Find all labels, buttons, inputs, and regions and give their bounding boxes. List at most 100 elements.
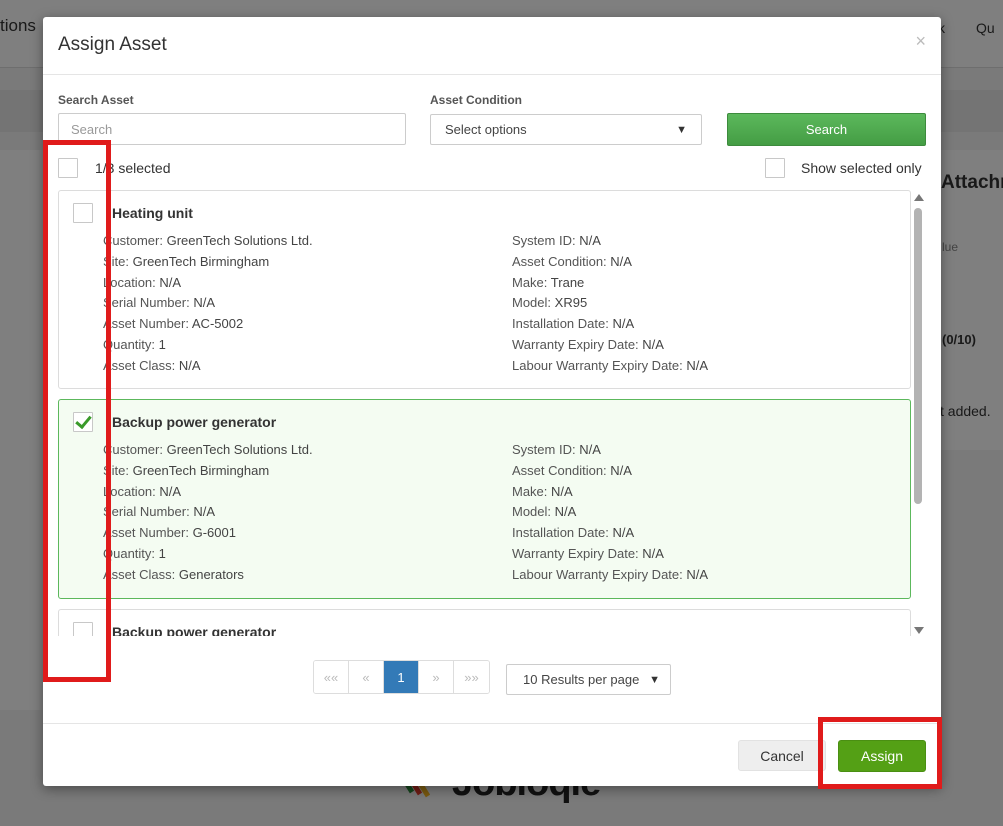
detail-key: Labour Warranty Expiry Date: [512,357,683,373]
detail-value: N/A [642,336,664,352]
detail-row: Labour Warranty Expiry Date: N/A [512,565,708,586]
detail-key: Customer: [103,442,163,457]
asset-condition-value: Select options [445,122,527,137]
show-selected-only-label: Show selected only [801,160,922,176]
assign-button[interactable]: Assign [838,740,926,772]
pagination: «« « 1 » »» [313,660,490,694]
asset-condition-label: Asset Condition [430,93,522,107]
detail-row: System ID: N/A [512,440,708,461]
asset-card[interactable]: Heating unit Customer: GreenTech Solutio… [58,190,911,389]
detail-row: Site: GreenTech Birmingham [103,461,313,482]
detail-row: Location: N/A [103,482,313,503]
asset-checkbox[interactable] [73,622,93,636]
detail-row: Warranty Expiry Date: N/A [512,544,708,565]
detail-key: Asset Number: [103,316,189,332]
detail-key: Customer: [103,233,163,248]
detail-row: Make: Trane [512,273,708,294]
detail-value: GreenTech Solutions Ltd. [166,233,313,248]
detail-value: N/A [579,233,601,248]
detail-key: Asset Number: [103,525,189,541]
detail-row: Quantity: 1 [103,335,313,356]
detail-value: GreenTech Solutions Ltd. [166,442,313,457]
detail-row: Serial Number: N/A [103,502,313,523]
detail-value: N/A [686,566,709,582]
detail-key: Quantity: [103,545,156,561]
close-icon[interactable]: × [915,31,926,52]
detail-key: Serial Number: [103,295,190,311]
detail-row: Asset Number: AC-5002 [103,314,313,335]
detail-value: GreenTech Birmingham [132,253,270,269]
detail-row: Site: GreenTech Birmingham [103,252,313,273]
detail-value: N/A [551,483,573,499]
detail-value: N/A [610,253,632,269]
show-selected-only-checkbox[interactable] [765,158,785,178]
detail-value: N/A [159,274,182,290]
chevron-down-icon: ▼ [676,123,687,136]
arrow-up-icon[interactable] [914,194,924,201]
detail-key: Quantity: [103,336,156,352]
asset-name: Heating unit [112,205,193,221]
detail-key: Asset Condition: [512,253,607,269]
detail-key: Model: [512,504,552,520]
detail-row: Asset Condition: N/A [512,252,708,273]
list-scrollbar[interactable] [911,190,926,636]
detail-key: Warranty Expiry Date: [512,545,639,561]
detail-value: N/A [579,442,601,457]
detail-key: Installation Date: [512,316,609,332]
detail-key: Installation Date: [512,525,609,541]
pagination-page-current[interactable]: 1 [384,661,419,693]
results-per-page-select[interactable]: 10 Results per page ▼ [506,664,671,695]
detail-row: Serial Number: N/A [103,293,313,314]
detail-value: GreenTech Birmingham [132,462,270,478]
detail-row: Warranty Expiry Date: N/A [512,335,708,356]
detail-value: N/A [612,316,635,332]
detail-key: Make: [512,483,548,499]
asset-card[interactable]: Backup power generator [58,609,911,636]
detail-row: System ID: N/A [512,231,708,252]
detail-row: Asset Condition: N/A [512,461,708,482]
pagination-prev[interactable]: « [349,661,384,693]
detail-row: Quantity: 1 [103,544,313,565]
detail-key: Warranty Expiry Date: [512,336,639,352]
asset-card-selected[interactable]: Backup power generator Customer: GreenTe… [58,399,911,599]
detail-row: Model: N/A [512,502,708,523]
asset-checkbox[interactable] [73,203,93,223]
detail-value: N/A [612,525,635,541]
detail-value: 1 [158,336,166,352]
asset-details-right: System ID: N/A Asset Condition: N/A Make… [512,440,708,586]
pagination-first[interactable]: «« [314,661,349,693]
detail-value: N/A [610,462,632,478]
detail-value: N/A [642,545,664,561]
selection-count: 1/3 selected [95,160,171,176]
detail-key: Asset Condition: [512,462,607,478]
detail-key: System ID: [512,442,576,457]
assign-asset-modal: Assign Asset × Search Asset Asset Condit… [43,17,941,786]
asset-checkbox-checked[interactable] [73,412,93,432]
asset-list[interactable]: Heating unit Customer: GreenTech Solutio… [58,190,926,636]
detail-row: Asset Number: G-6001 [103,523,313,544]
asset-details-left: Customer: GreenTech Solutions Ltd. Site:… [103,231,313,377]
detail-value: AC-5002 [191,316,244,332]
modal-header: Assign Asset × [43,17,941,75]
detail-row: Asset Class: N/A [103,356,313,377]
pagination-last[interactable]: »» [454,661,489,693]
select-all-checkbox[interactable] [58,158,78,178]
detail-value: N/A [193,504,215,520]
scrollbar-thumb[interactable] [914,208,922,504]
detail-value: Trane [550,274,585,290]
cancel-button[interactable]: Cancel [738,740,826,771]
detail-key: Location: [103,274,156,290]
detail-row: Asset Class: Generators [103,565,313,586]
detail-key: Serial Number: [103,504,190,520]
detail-key: System ID: [512,233,576,248]
asset-details-left: Customer: GreenTech Solutions Ltd. Site:… [103,440,313,586]
detail-value: N/A [193,295,215,311]
detail-key: Location: [103,483,156,499]
pagination-next[interactable]: » [419,661,454,693]
asset-condition-select[interactable]: Select options ▼ [430,114,702,145]
search-button[interactable]: Search [727,113,926,146]
arrow-down-icon[interactable] [914,627,924,634]
asset-name: Backup power generator [112,624,277,636]
asset-details-right: System ID: N/A Asset Condition: N/A Make… [512,231,708,377]
search-input[interactable] [58,113,406,145]
